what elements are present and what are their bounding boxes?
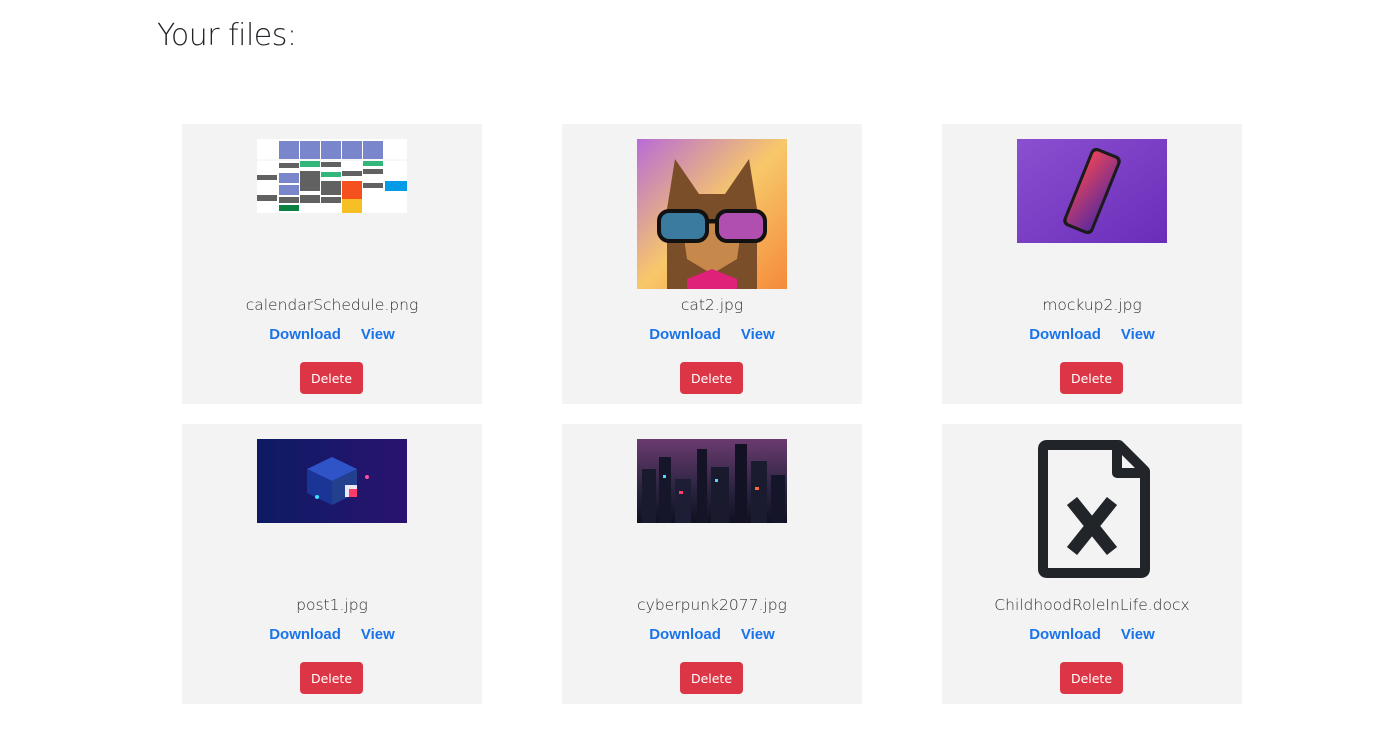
phone-mockup-thumbnail[interactable] bbox=[1017, 139, 1167, 243]
delete-button[interactable]: Delete bbox=[1060, 362, 1123, 394]
view-link[interactable]: View bbox=[741, 326, 775, 343]
view-link[interactable]: View bbox=[361, 326, 395, 343]
file-card: ChildhoodRoleInLife.docx Download View D… bbox=[942, 424, 1242, 704]
document-file-icon[interactable] bbox=[1017, 439, 1167, 579]
view-link[interactable]: View bbox=[741, 626, 775, 643]
view-link[interactable]: View bbox=[361, 626, 395, 643]
file-name: cyberpunk2077.jpg bbox=[637, 596, 787, 614]
file-card: post1.jpg Download View Delete bbox=[182, 424, 482, 704]
file-name: mockup2.jpg bbox=[1042, 296, 1142, 314]
file-grid: calendarSchedule.png Download View Delet… bbox=[182, 124, 1242, 704]
calendar-thumbnail[interactable] bbox=[257, 139, 407, 213]
cat-thumbnail[interactable] bbox=[637, 139, 787, 289]
cyberpunk-city-thumbnail[interactable] bbox=[637, 439, 787, 523]
file-card: mockup2.jpg Download View Delete bbox=[942, 124, 1242, 404]
file-name: ChildhoodRoleInLife.docx bbox=[994, 596, 1190, 614]
file-card: cyberpunk2077.jpg Download View Delete bbox=[562, 424, 862, 704]
delete-button[interactable]: Delete bbox=[680, 662, 743, 694]
file-card: calendarSchedule.png Download View Delet… bbox=[182, 124, 482, 404]
delete-button[interactable]: Delete bbox=[1060, 662, 1123, 694]
file-card: cat2.jpg Download View Delete bbox=[562, 124, 862, 404]
download-link[interactable]: Download bbox=[269, 326, 341, 343]
page-title: Your files: bbox=[157, 18, 297, 53]
isometric-tech-thumbnail[interactable] bbox=[257, 439, 407, 523]
file-name: post1.jpg bbox=[296, 596, 368, 614]
file-name: cat2.jpg bbox=[680, 296, 744, 314]
download-link[interactable]: Download bbox=[269, 626, 341, 643]
view-link[interactable]: View bbox=[1121, 326, 1155, 343]
view-link[interactable]: View bbox=[1121, 626, 1155, 643]
file-name: calendarSchedule.png bbox=[245, 296, 419, 314]
download-link[interactable]: Download bbox=[1029, 326, 1101, 343]
download-link[interactable]: Download bbox=[649, 626, 721, 643]
delete-button[interactable]: Delete bbox=[300, 662, 363, 694]
delete-button[interactable]: Delete bbox=[680, 362, 743, 394]
delete-button[interactable]: Delete bbox=[300, 362, 363, 394]
download-link[interactable]: Download bbox=[649, 326, 721, 343]
download-link[interactable]: Download bbox=[1029, 626, 1101, 643]
